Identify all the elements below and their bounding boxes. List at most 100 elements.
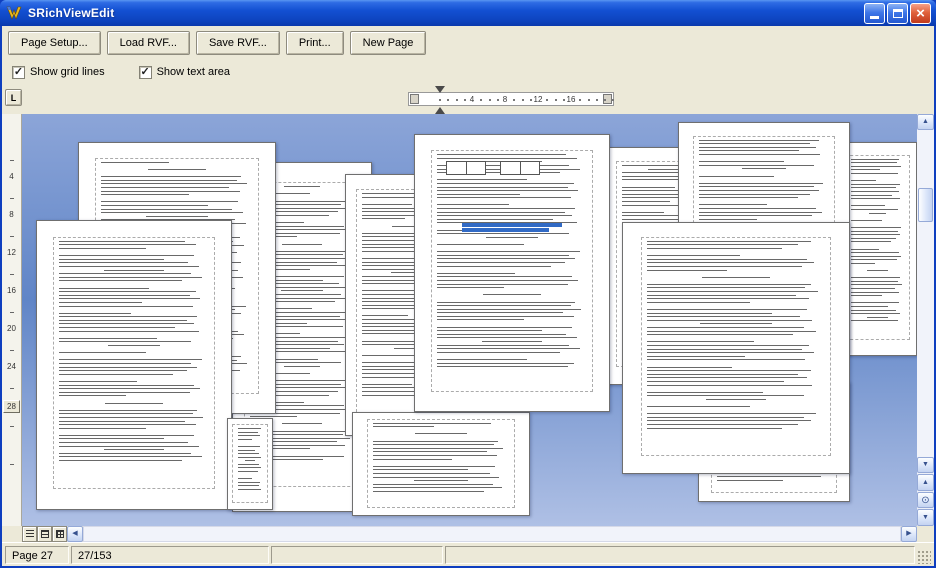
select-browse-object-button[interactable]: ⊙ xyxy=(917,492,934,508)
ruler-tick xyxy=(555,99,557,101)
show-text-area-checkbox[interactable]: ✓ xyxy=(139,66,152,79)
maximize-button[interactable] xyxy=(887,3,908,24)
load-rvf-button[interactable]: Load RVF... xyxy=(107,31,190,55)
maximize-icon xyxy=(893,9,903,18)
text-line xyxy=(851,238,896,239)
horizontal-scroll-track[interactable] xyxy=(83,526,901,542)
show-grid-lines-option[interactable]: ✓ Show grid lines xyxy=(12,66,105,79)
text-line xyxy=(59,428,147,429)
ruler-corner-button[interactable]: L xyxy=(5,89,22,106)
scroll-left-button[interactable]: ◀ xyxy=(67,526,83,542)
text-line xyxy=(851,195,892,196)
document-page[interactable] xyxy=(36,220,232,510)
text-line xyxy=(699,197,798,198)
view-mode-page-button[interactable] xyxy=(37,526,52,542)
document-page[interactable] xyxy=(352,412,530,516)
inline-tables xyxy=(446,161,540,175)
ruler-left-marker[interactable] xyxy=(410,94,419,104)
text-line xyxy=(59,406,210,407)
text-line xyxy=(284,186,319,187)
title-bar[interactable]: SRichViewEdit × xyxy=(0,0,936,26)
close-button[interactable]: × xyxy=(910,3,931,24)
text-line xyxy=(647,381,784,382)
vertical-ruler[interactable]: 481216202428 xyxy=(2,114,22,526)
ruler-tick xyxy=(497,99,499,101)
document-canvas[interactable] xyxy=(22,114,917,526)
new-page-button[interactable]: New Page xyxy=(350,31,427,55)
text-line xyxy=(437,291,588,292)
text-line xyxy=(647,338,825,339)
text-line xyxy=(437,363,574,364)
minimize-icon xyxy=(870,16,879,19)
text-line xyxy=(851,184,899,185)
text-line xyxy=(647,266,802,267)
text-line xyxy=(437,154,567,155)
document-page[interactable] xyxy=(227,418,273,510)
view-mode-layout-button[interactable] xyxy=(52,526,67,542)
text-line xyxy=(486,237,537,238)
ruler-number: 8 xyxy=(503,95,507,104)
text-line xyxy=(851,187,896,188)
text-line xyxy=(238,439,252,440)
text-line xyxy=(699,183,823,184)
print-button[interactable]: Print... xyxy=(286,31,344,55)
right-arrow-icon: ▶ xyxy=(906,530,911,537)
text-line xyxy=(437,183,574,184)
text-line xyxy=(59,359,202,360)
text-line xyxy=(373,451,487,452)
ruler-strip: L 481216 xyxy=(2,84,934,114)
left-arrow-icon: ◀ xyxy=(72,530,77,537)
vertical-scroll-thumb[interactable] xyxy=(918,188,933,222)
text-line xyxy=(373,469,468,470)
ruler-tick xyxy=(10,236,14,237)
next-page-button[interactable]: ▼ xyxy=(917,509,934,526)
show-text-area-option[interactable]: ✓ Show text area xyxy=(139,66,230,79)
scroll-up-button[interactable]: ▲ xyxy=(917,114,934,130)
page-text xyxy=(647,241,825,452)
view-mode-normal-button[interactable] xyxy=(22,526,37,542)
text-line xyxy=(699,147,817,148)
margin-marker-bottom-icon xyxy=(435,107,445,114)
text-line xyxy=(647,356,745,357)
document-page-active[interactable] xyxy=(414,134,610,412)
previous-page-button[interactable]: ▲ xyxy=(917,474,934,491)
text-line xyxy=(362,251,417,252)
text-line xyxy=(851,231,897,232)
horizontal-ruler[interactable]: 481216 xyxy=(408,92,614,106)
document-page[interactable] xyxy=(622,222,850,474)
text-line xyxy=(59,381,138,382)
text-line xyxy=(108,345,159,346)
text-line xyxy=(373,437,509,438)
text-line xyxy=(647,313,771,314)
page-text xyxy=(59,241,210,485)
page-setup-button[interactable]: Page Setup... xyxy=(8,31,101,55)
text-line xyxy=(437,197,571,198)
text-line xyxy=(699,201,830,202)
text-line xyxy=(238,457,261,458)
ruler-number: 4 xyxy=(2,172,21,181)
text-line xyxy=(622,201,671,202)
scroll-down-button[interactable]: ▼ xyxy=(917,457,934,473)
scroll-right-button[interactable]: ▶ xyxy=(901,526,917,542)
minimize-button[interactable] xyxy=(864,3,885,24)
text-line xyxy=(59,320,187,321)
text-line xyxy=(437,305,571,306)
text-line xyxy=(437,179,528,180)
ruler-tick xyxy=(522,99,524,101)
text-line xyxy=(104,449,164,450)
status-bar: Page 27 27/153 xyxy=(2,542,934,566)
vertical-scrollbar[interactable]: ▲ ▼ ▲ ⊙ ▼ xyxy=(917,114,934,526)
text-line xyxy=(238,489,261,490)
text-line xyxy=(59,421,186,422)
text-line xyxy=(699,194,810,195)
text-line xyxy=(373,484,493,485)
text-line xyxy=(851,169,880,170)
show-grid-lines-checkbox[interactable]: ✓ xyxy=(12,66,25,79)
text-line xyxy=(238,453,259,454)
text-line xyxy=(415,433,467,434)
text-line xyxy=(647,428,782,429)
resize-grip[interactable] xyxy=(917,550,931,564)
text-line xyxy=(437,201,588,202)
save-rvf-button[interactable]: Save RVF... xyxy=(196,31,280,55)
vertical-scroll-track[interactable] xyxy=(917,130,934,457)
